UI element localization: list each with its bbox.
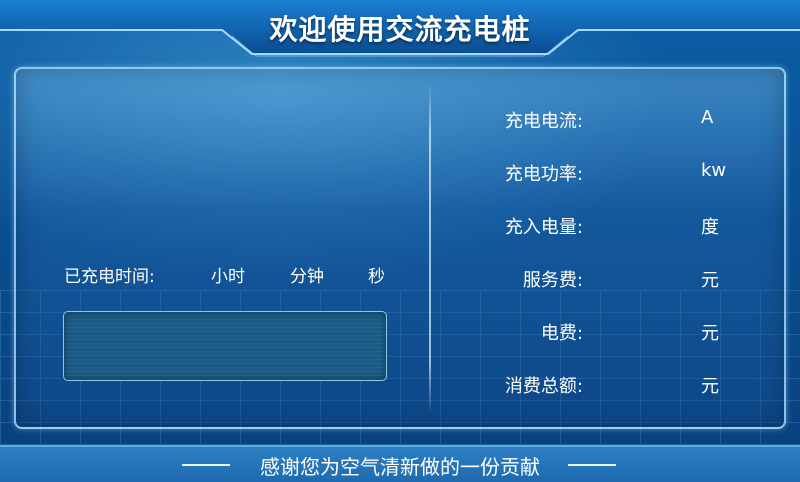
metric-label: 电费: [540, 323, 583, 344]
metric-label: 服务费: [522, 270, 583, 291]
metric-unit: kw [701, 160, 727, 181]
main-panel: 已充电时间: 小时 分钟 秒 充电电流: A 充电功率: kw 充入电量: 度 … [14, 67, 786, 429]
metric-label: 充电功率: [504, 164, 583, 185]
metric-unit: 元 [701, 323, 719, 344]
metric-unit: 度 [701, 217, 719, 238]
seconds-unit-label: 秒 [368, 267, 385, 287]
metric-service-fee: 服务费: [456, 266, 583, 292]
footer-bar: 感谢您为空气清新做的一份贡献 [0, 445, 800, 482]
title-plate: 欢迎使用交流充电桩 [0, 0, 800, 58]
charging-time-label: 已充电时间: [64, 267, 155, 287]
metric-charging-power-unit: kw [701, 160, 761, 186]
page-title: 欢迎使用交流充电桩 [269, 13, 531, 46]
metric-charging-power: 充电功率: [456, 160, 583, 186]
footer-line-right [568, 464, 616, 466]
metric-energy-charged-unit: 度 [701, 213, 761, 239]
charging-time-display [63, 311, 387, 381]
metric-unit: 元 [701, 376, 719, 397]
hours-unit-label: 小时 [211, 267, 245, 287]
metric-service-fee-unit: 元 [701, 266, 761, 292]
metric-charging-current: 充电电流: [456, 107, 583, 133]
footer-slogan: 感谢您为空气清新做的一份贡献 [260, 455, 540, 479]
metric-unit: 元 [701, 270, 719, 291]
metric-electricity-fee: 电费: [456, 319, 583, 345]
metric-label: 充入电量: [504, 217, 583, 238]
metric-electricity-fee-unit: 元 [701, 319, 761, 345]
metric-unit: A [701, 107, 714, 128]
metric-total-cost-unit: 元 [701, 372, 761, 398]
metric-charging-current-unit: A [701, 107, 761, 133]
metric-total-cost: 消费总额: [456, 372, 583, 398]
minutes-unit-label: 分钟 [290, 267, 324, 287]
panel-divider [429, 83, 431, 413]
metric-energy-charged: 充入电量: [456, 213, 583, 239]
metric-label: 充电电流: [504, 111, 583, 132]
metric-label: 消费总额: [504, 376, 583, 397]
